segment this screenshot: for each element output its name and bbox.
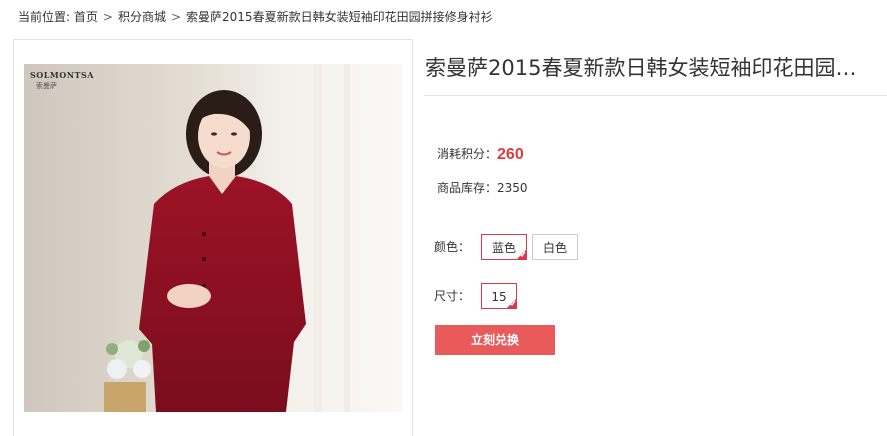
- size-label: 尺寸：: [434, 289, 471, 303]
- brand-logo-sub: 索曼萨: [36, 82, 57, 90]
- color-option-label: 蓝色: [491, 241, 516, 255]
- breadcrumb: 当前位置: 首页 > 积分商城 > 索曼萨2015春夏新款日韩女装短袖印花田园拼接修身衬…: [18, 8, 493, 25]
- points-label: 消耗积分：: [437, 147, 498, 161]
- product-photo-illustration: [24, 64, 402, 412]
- size-option-label: 15: [491, 290, 507, 304]
- title-divider: [424, 95, 887, 96]
- breadcrumb-home-link[interactable]: 首页: [74, 10, 98, 24]
- redeem-button[interactable]: 立刻兑换: [435, 325, 555, 355]
- breadcrumb-current: 索曼萨2015春夏新款日韩女装短袖印花田园拼接修身衬衫: [186, 10, 493, 24]
- breadcrumb-mall-link[interactable]: 积分商城: [118, 10, 166, 24]
- stock-label: 商品库存：: [437, 181, 498, 195]
- color-option-label: 白色: [542, 241, 567, 255]
- brand-logo: SOLMONTSA: [30, 70, 94, 80]
- stock-row: 商品库存：2350: [437, 179, 528, 196]
- breadcrumb-prefix: 当前位置:: [18, 10, 71, 24]
- size-option-15[interactable]: 15: [481, 283, 517, 309]
- stock-value: 2350: [497, 181, 528, 195]
- product-title: 索曼萨2015春夏新款日韩女装短袖印花田园拼接修身衬衫: [425, 56, 865, 80]
- points-row: 消耗积分：260: [437, 145, 524, 164]
- color-option-white[interactable]: 白色: [532, 234, 578, 260]
- selected-check-icon: [516, 249, 527, 260]
- points-value: 260: [497, 146, 524, 163]
- selected-check-icon: [506, 298, 517, 309]
- color-option-blue[interactable]: 蓝色: [481, 234, 527, 260]
- breadcrumb-separator: >: [170, 10, 182, 24]
- color-label: 颜色：: [434, 240, 471, 254]
- breadcrumb-separator: >: [102, 10, 113, 24]
- product-photo: SOLMONTSA 索曼萨: [24, 64, 402, 412]
